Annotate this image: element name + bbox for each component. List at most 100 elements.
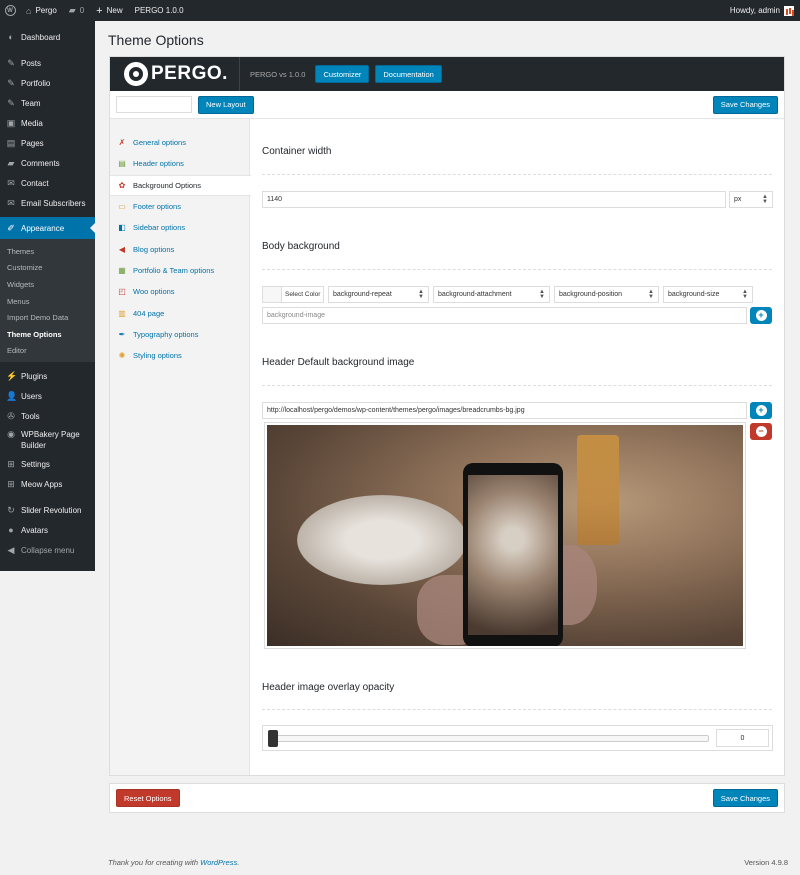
- nav-sidebar-options[interactable]: ◧ Sidebar options: [110, 217, 249, 238]
- header-icon: ▤: [118, 159, 126, 169]
- slider-track[interactable]: [269, 735, 709, 742]
- menu-label: Pages: [21, 138, 44, 148]
- nav-styling-options[interactable]: ✺ Styling options: [110, 345, 249, 366]
- pin-icon: ✎: [7, 97, 15, 108]
- background-icon: ✿: [118, 180, 126, 190]
- background-image-input[interactable]: background-image: [262, 307, 747, 324]
- select-arrows-icon: ▲ ▼: [539, 289, 545, 300]
- menu-label: Collapse menu: [21, 545, 75, 555]
- nav-label: Background Options: [133, 180, 201, 190]
- menu-item-portfolio[interactable]: ✎ Portfolio: [0, 73, 95, 93]
- submenu-widgets[interactable]: Widgets: [0, 276, 95, 293]
- settings-icon: ⊞: [7, 478, 15, 489]
- submenu-editor[interactable]: Editor: [0, 343, 95, 360]
- wordpress-logo-button[interactable]: W: [0, 0, 20, 21]
- site-name-label: Pergo: [35, 6, 57, 15]
- documentation-button[interactable]: Documentation: [375, 65, 442, 83]
- background-repeat-select[interactable]: background-repeat ▲ ▼: [328, 286, 429, 303]
- footer-version: Version 4.9.8: [744, 858, 788, 867]
- customizer-button[interactable]: Customizer: [315, 65, 370, 83]
- remove-header-image-button[interactable]: −: [750, 423, 772, 440]
- megaphone-icon: ◀: [118, 244, 126, 254]
- menu-label: Portfolio: [21, 78, 51, 88]
- menu-item-posts[interactable]: ✎ Posts: [0, 53, 95, 73]
- menu-item-dashboard[interactable]: ◐ Dashboard: [0, 27, 95, 47]
- comments-count: 0: [79, 6, 85, 15]
- menu-label: Users: [21, 391, 42, 401]
- plus-icon: +: [755, 310, 767, 321]
- overlay-opacity-input[interactable]: 0: [716, 729, 769, 747]
- add-header-image-button[interactable]: +: [750, 402, 772, 419]
- submenu-customize[interactable]: Customize: [0, 260, 95, 277]
- menu-item-avatars[interactable]: ● Avatars: [0, 520, 95, 540]
- menu-item-appearance[interactable]: ✐ Appearance: [0, 217, 95, 239]
- menu-item-slider-revolution[interactable]: ↻ Slider Revolution: [0, 500, 95, 520]
- my-account-link[interactable]: Howdy, admin: [724, 0, 800, 21]
- container-width-title: Container width: [262, 146, 332, 157]
- nav-typography-options[interactable]: ✒ Typography options: [110, 324, 249, 345]
- collapse-menu-button[interactable]: ◀ Collapse menu: [0, 540, 95, 560]
- save-changes-bottom-button[interactable]: Save Changes: [712, 789, 778, 807]
- options-toolbar: New Layout Save Changes: [110, 91, 784, 119]
- footer-thanks-text: Thank you for creating with: [108, 858, 201, 867]
- nav-portfolio-team-options[interactable]: ▦ Portfolio & Team options: [110, 260, 249, 281]
- background-size-select[interactable]: background-size ▲ ▼: [663, 286, 753, 303]
- menu-item-tools[interactable]: ✇ Tools: [0, 406, 95, 426]
- menu-item-team[interactable]: ✎ Team: [0, 93, 95, 113]
- menu-item-media[interactable]: ▣ Media: [0, 113, 95, 133]
- container-width-input[interactable]: 1140: [262, 191, 726, 208]
- header-background-preview: [264, 422, 746, 649]
- menu-item-email-subscribers[interactable]: ✉ Email Subscribers: [0, 193, 95, 213]
- menu-item-wpbakery[interactable]: ◉ WPBakery Page Builder: [0, 426, 95, 454]
- menu-item-meow-apps[interactable]: ⊞ Meow Apps: [0, 474, 95, 494]
- menu-item-users[interactable]: 👤 Users: [0, 386, 95, 406]
- submenu-theme-options[interactable]: Theme Options: [0, 326, 95, 343]
- comments-link[interactable]: ▰ 0: [63, 0, 90, 21]
- menu-item-pages[interactable]: ▤ Pages: [0, 133, 95, 153]
- howdy-label: Howdy, admin: [729, 6, 780, 15]
- wordpress-link[interactable]: WordPress: [200, 858, 237, 867]
- header-background-url-input[interactable]: http://localhost/pergo/demos/wp-content/…: [262, 402, 747, 419]
- save-changes-button[interactable]: Save Changes: [712, 95, 778, 114]
- submenu-import-demo-data[interactable]: Import Demo Data: [0, 309, 95, 326]
- nav-footer-options[interactable]: ▭ Footer options: [110, 196, 249, 217]
- search-input[interactable]: [116, 96, 192, 113]
- menu-item-settings[interactable]: ⊞ Settings: [0, 454, 95, 474]
- breadcrumbs-background-image: [267, 425, 743, 646]
- select-color-button[interactable]: Select Color: [262, 286, 324, 303]
- select-value: background-size: [668, 291, 720, 298]
- nav-blog-options[interactable]: ◀ Blog options: [110, 238, 249, 259]
- pergo-logo-icon: [124, 62, 148, 86]
- theme-link[interactable]: PERGO 1.0.0: [129, 0, 190, 21]
- menu-item-contact[interactable]: ✉ Contact: [0, 173, 95, 193]
- submenu-themes[interactable]: Themes: [0, 243, 95, 260]
- background-position-select[interactable]: background-position ▲ ▼: [554, 286, 659, 303]
- menu-item-comments[interactable]: ▰ Comments: [0, 153, 95, 173]
- error-page-icon: ▥: [118, 308, 126, 318]
- new-layout-button[interactable]: New Layout: [198, 95, 254, 114]
- nav-label: Header options: [133, 159, 184, 169]
- select-value: background-repeat: [333, 291, 392, 298]
- nav-label: 404 page: [133, 308, 165, 318]
- site-name-link[interactable]: ⌂ Pergo: [20, 0, 63, 21]
- menu-label: Avatars: [21, 525, 48, 535]
- nav-404-page[interactable]: ▥ 404 page: [110, 302, 249, 323]
- container-width-unit-select[interactable]: px ▲ ▼: [729, 191, 773, 208]
- nav-background-options[interactable]: ✿ Background Options: [110, 174, 251, 196]
- pages-icon: ▤: [6, 137, 16, 148]
- nav-general-options[interactable]: ✗ General options: [110, 132, 249, 153]
- submenu-menus[interactable]: Menus: [0, 293, 95, 310]
- nav-header-options[interactable]: ▤ Header options: [110, 153, 249, 174]
- theme-options-panel: PERGO. PERGO vs 1.0.0 Customizer Documen…: [109, 56, 785, 776]
- options-nav: ✗ General options ▤ Header options ✿ Backgr…: [110, 119, 251, 775]
- panel-header: PERGO. PERGO vs 1.0.0 Customizer Documen…: [110, 57, 784, 91]
- new-content-link[interactable]: + New: [90, 0, 128, 21]
- nav-woo-options[interactable]: ◰ Woo options: [110, 281, 249, 302]
- background-attachment-select[interactable]: background-attachment ▲ ▼: [433, 286, 550, 303]
- select-value: background-position: [559, 291, 623, 298]
- reset-options-button[interactable]: Reset Options: [116, 789, 180, 807]
- slider-handle[interactable]: [268, 730, 278, 747]
- menu-item-plugins[interactable]: ⚡ Plugins: [0, 366, 95, 386]
- add-background-image-button[interactable]: +: [750, 307, 772, 324]
- menu-label: Email Subscribers: [21, 198, 86, 208]
